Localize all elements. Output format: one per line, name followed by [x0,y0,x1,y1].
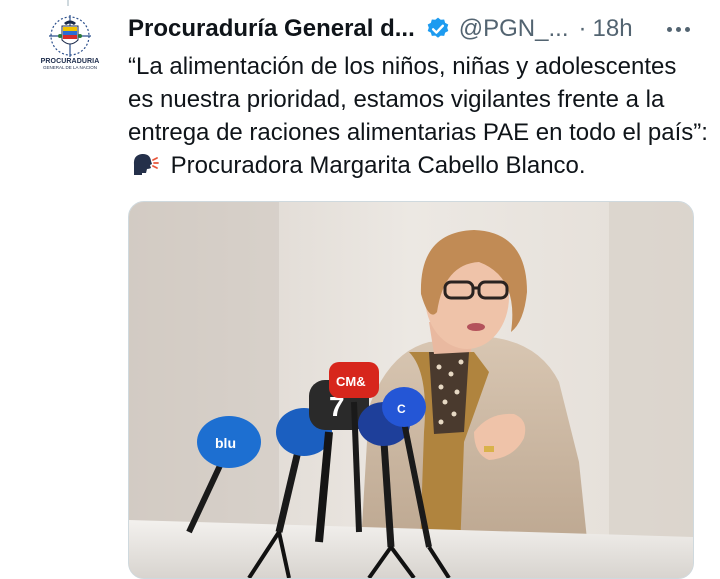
avatar-org-name: PROCURADURIA [40,58,100,65]
mic-label: blu [215,435,236,451]
header-separator: · [578,15,587,42]
mic-label: C [397,402,406,416]
speaking-head-icon [130,151,160,186]
more-dot-icon [684,26,690,32]
author-handle[interactable]: @PGN_... [459,15,569,43]
thread-connector-line [67,0,69,6]
coat-of-arms-icon [49,15,91,57]
avatar[interactable]: PROCURADURIA GENERAL DE LA NACION [38,14,102,90]
verified-badge-icon [425,16,451,42]
more-options-button[interactable] [658,16,698,42]
more-dot-icon [675,26,681,32]
tweet-text-quote: “La alimentación de los niños, niñas y a… [128,53,708,146]
mic-label: CM& [336,374,366,389]
tweet-timestamp[interactable]: 18h [593,15,633,43]
tweet-text: “La alimentación de los niños, niñas y a… [128,50,708,186]
tweet-header: Procuraduría General d... @PGN_... · 18h [128,14,700,44]
avatar-org-subtitle: GENERAL DE LA NACION [42,65,98,70]
photo-press-conference: blu 7 CM& C [129,202,693,578]
more-dot-icon [666,26,672,32]
tweet-photo[interactable]: blu 7 CM& C [128,201,694,579]
author-name[interactable]: Procuraduría General d... [128,15,415,43]
tweet-text-attribution: Procuradora Margarita Cabello Blanco. [170,152,586,179]
